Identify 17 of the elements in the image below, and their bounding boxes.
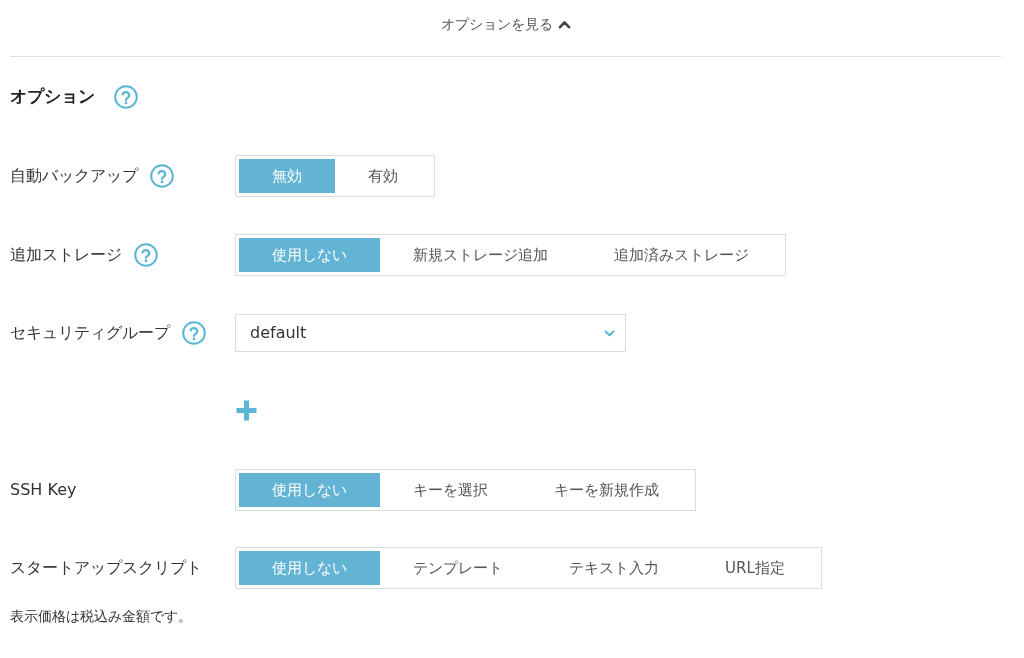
select-field[interactable]: default xyxy=(235,314,626,352)
help-icon[interactable] xyxy=(134,243,158,267)
plus-icon[interactable] xyxy=(235,399,258,422)
chevron-down-icon xyxy=(604,329,615,337)
field-label: セキュリティグループ xyxy=(10,322,170,344)
section-title: オプション xyxy=(10,85,95,109)
options-toggle[interactable]: オプションを見る xyxy=(440,13,553,35)
field-label: 追加ストレージ xyxy=(10,244,122,266)
help-icon[interactable] xyxy=(150,164,174,188)
tax-note: 表示価格は税込み金額です。 xyxy=(10,607,193,626)
help-icon[interactable] xyxy=(182,321,206,345)
help-icon[interactable] xyxy=(114,85,138,109)
field-label: SSH Key xyxy=(10,479,77,501)
field-label: スタートアップスクリプト xyxy=(10,557,202,579)
field-label: 自動バックアップ xyxy=(10,165,138,187)
chevron-up-icon[interactable] xyxy=(557,19,571,29)
select-value: default xyxy=(250,322,307,344)
